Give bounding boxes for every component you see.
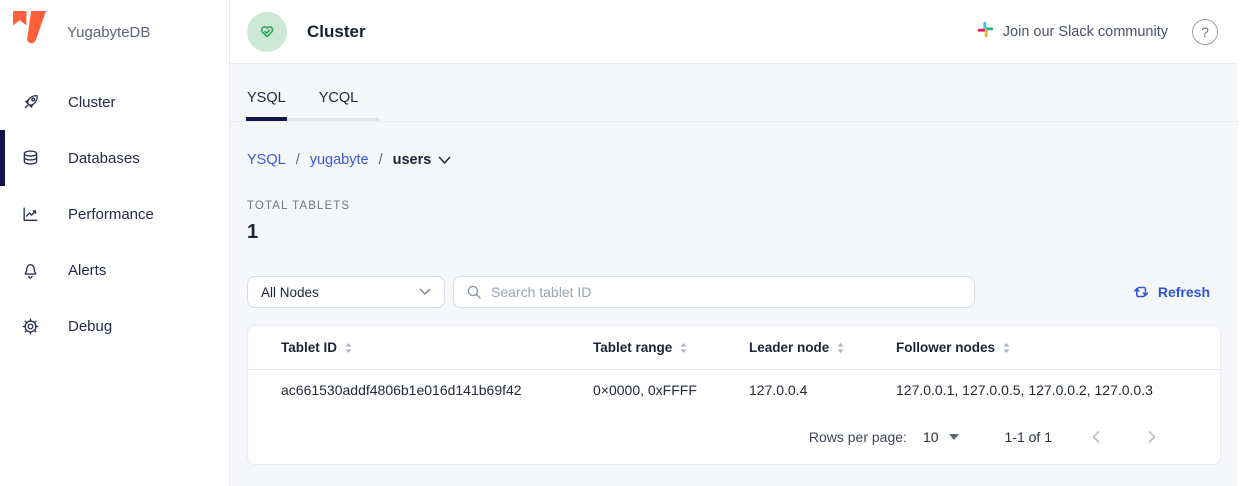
breadcrumb: YSQL / yugabyte / users: [247, 152, 1221, 168]
table-row[interactable]: ac661530addf4806b1e016d141b69f42 0×0000,…: [248, 370, 1220, 410]
previous-page-button[interactable]: [1084, 425, 1108, 449]
refresh-label: Refresh: [1158, 284, 1210, 300]
breadcrumb-separator: /: [379, 152, 383, 168]
total-tablets-stat: TOTAL TABLETS 1: [247, 200, 1221, 244]
chevron-down-icon: [419, 288, 431, 296]
main-area: Cluster Join our Slack community ?: [230, 0, 1238, 486]
rows-per-page-value: 10: [923, 429, 939, 445]
chevron-right-icon: [1147, 430, 1157, 444]
tab-ycql[interactable]: YCQL: [319, 90, 359, 121]
pagination-range: 1-1 of 1: [1005, 429, 1052, 445]
breadcrumb-link-yugabyte[interactable]: yugabyte: [310, 152, 369, 168]
sidebar: YugabyteDB Cluster: [0, 0, 230, 486]
column-label: Follower nodes: [896, 340, 995, 355]
column-header-follower-nodes[interactable]: Follower nodes: [896, 340, 1204, 355]
chevron-left-icon: [1091, 430, 1101, 444]
heart-check-icon: [257, 22, 277, 42]
column-header-tablet-range[interactable]: Tablet range: [593, 340, 749, 355]
page-header: Cluster Join our Slack community ?: [230, 0, 1238, 64]
tab-bar: YSQL YCQL: [230, 64, 1238, 122]
search-icon: [466, 284, 482, 300]
content-area: YSQL / yugabyte / users TOTAL TABLETS 1 …: [230, 122, 1238, 486]
sidebar-nav: Cluster Databases: [0, 74, 229, 354]
line-chart-icon: [21, 205, 40, 224]
sidebar-item-debug[interactable]: Debug: [0, 298, 229, 354]
scrollbar-track[interactable]: [1238, 0, 1245, 486]
sidebar-item-label: Cluster: [68, 94, 116, 111]
sort-icon: [679, 342, 688, 354]
brand: YugabyteDB: [0, 0, 229, 56]
column-header-tablet-id[interactable]: Tablet ID: [281, 340, 593, 355]
node-filter-value: All Nodes: [261, 285, 319, 300]
search-input[interactable]: [491, 284, 962, 300]
cell-follower-nodes: 127.0.0.1, 127.0.0.5, 127.0.0.2, 127.0.0…: [896, 382, 1204, 398]
column-label: Tablet range: [593, 340, 672, 355]
yugabyte-logo-icon: [12, 11, 47, 55]
filter-row: All Nodes: [247, 276, 1221, 308]
sidebar-item-performance[interactable]: Performance: [0, 186, 229, 242]
rocket-icon: [21, 93, 40, 112]
sidebar-item-label: Debug: [68, 318, 112, 335]
refresh-button[interactable]: Refresh: [1132, 283, 1210, 301]
column-label: Tablet ID: [281, 340, 337, 355]
sidebar-item-label: Alerts: [68, 262, 106, 279]
cell-leader-node: 127.0.0.4: [749, 382, 896, 398]
sidebar-item-databases[interactable]: Databases: [0, 130, 229, 186]
breadcrumb-separator: /: [296, 152, 300, 168]
sidebar-item-label: Performance: [68, 206, 154, 223]
breadcrumb-current-label: users: [393, 152, 432, 168]
rows-per-page-label: Rows per page:: [809, 429, 907, 445]
sort-icon: [836, 342, 845, 354]
table-header-row: Tablet ID Tablet range Leader node Follo…: [248, 326, 1220, 370]
refresh-icon: [1132, 283, 1150, 301]
sort-icon: [1002, 342, 1011, 354]
slack-link-label: Join our Slack community: [1003, 24, 1168, 40]
cell-tablet-range: 0×0000, 0xFFFF: [593, 382, 749, 398]
column-label: Leader node: [749, 340, 829, 355]
help-button[interactable]: ?: [1192, 19, 1218, 45]
breadcrumb-link-ysql[interactable]: YSQL: [247, 152, 286, 168]
caret-down-icon: [949, 434, 959, 440]
bell-icon: [21, 261, 40, 280]
sidebar-item-label: Databases: [68, 150, 140, 167]
breadcrumb-current-table-selector[interactable]: users: [393, 152, 452, 168]
sidebar-item-alerts[interactable]: Alerts: [0, 242, 229, 298]
rows-per-page-select[interactable]: 10: [923, 429, 959, 445]
node-filter-select[interactable]: All Nodes: [247, 276, 445, 308]
tablet-search-box: [453, 276, 975, 308]
next-page-button[interactable]: [1140, 425, 1164, 449]
slack-icon: [977, 21, 994, 42]
app-window: YugabyteDB Cluster: [0, 0, 1245, 486]
page-title: Cluster: [307, 22, 366, 42]
chevron-down-icon: [438, 156, 451, 165]
stat-value: 1: [247, 221, 1221, 244]
tablets-table-card: Tablet ID Tablet range Leader node Follo…: [247, 325, 1221, 465]
tab-ysql[interactable]: YSQL: [247, 90, 286, 121]
column-header-leader-node[interactable]: Leader node: [749, 340, 896, 355]
sidebar-item-cluster[interactable]: Cluster: [0, 74, 229, 130]
slack-community-link[interactable]: Join our Slack community: [977, 21, 1168, 42]
stat-label: TOTAL TABLETS: [247, 200, 1221, 212]
database-icon: [21, 149, 40, 168]
gear-icon: [21, 317, 40, 336]
brand-name: YugabyteDB: [67, 24, 150, 41]
pagination: Rows per page: 10 1-1 of 1: [248, 410, 1220, 464]
question-mark-icon: ?: [1201, 24, 1209, 40]
sort-icon: [344, 342, 353, 354]
cluster-status-badge: [247, 12, 287, 52]
cell-tablet-id: ac661530addf4806b1e016d141b69f42: [281, 382, 593, 398]
